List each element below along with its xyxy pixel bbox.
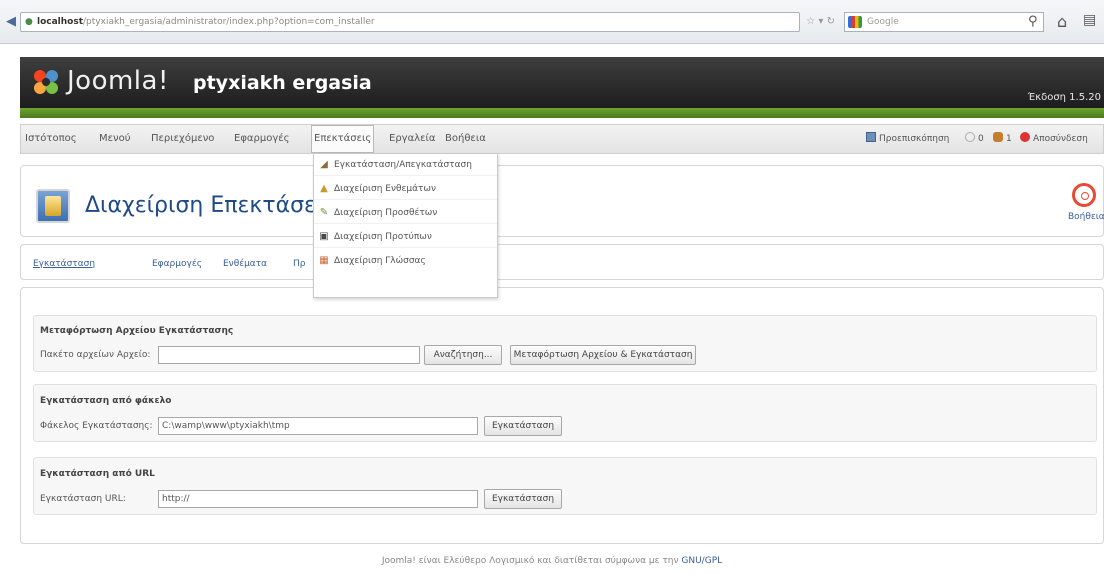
google-logo-icon [848,16,862,28]
footer: Joomla! είναι Ελεύθερο Λογισμικό και δια… [0,556,1104,566]
menu-item-menus[interactable]: Μενού [97,125,133,153]
menu-item-content[interactable]: Περιεχόμενο [149,125,216,153]
upload-install-button[interactable]: Μεταφόρτωση Αρχείου & Εγκατάσταση [510,345,696,365]
header-stripe [20,108,1104,118]
install-directory-title: Εγκατάσταση από φάκελο [40,396,172,406]
install-directory-button[interactable]: Εγκατάσταση [484,416,562,436]
search-placeholder: Google [867,17,899,27]
version-label: Έκδοση 1.5.20 [1027,92,1101,103]
package-file-label: Πακέτο αρχείων Αρχείο: [40,350,151,360]
help-lifebuoy-icon[interactable] [1072,183,1096,207]
dropdown-item-label: Διαχείριση Γλώσσας [334,256,426,266]
browse-button[interactable]: Αναζήτηση... [424,345,502,365]
extensions-manager-icon [36,189,70,223]
help-button-label[interactable]: Βοήθεια [1068,212,1104,222]
tab-modules[interactable]: Ενθέματα [223,259,267,269]
preview-label: Προεπισκόπηση [879,134,950,144]
site-name: ptyxiakh ergasia [193,72,372,94]
url-path: /ptyxiakh_ergasia/administrator/index.ph… [83,17,375,27]
dropdown-item-templates[interactable]: ▣ Διαχείριση Προτύπων [314,226,497,248]
messages-label: 0 [978,134,984,144]
package-file-input[interactable] [158,346,420,364]
home-icon[interactable]: ⌂ [1057,12,1067,31]
install-url-title: Εγκατάσταση από URL [40,469,155,479]
address-bar[interactable]: ● localhost/ptyxiakh_ergasia/administrato… [20,12,800,32]
messages-count[interactable]: 0 [965,125,984,153]
dropdown-item-install[interactable]: ◢ Εγκατάσταση/Απεγκατάσταση [314,154,497,176]
dropdown-item-modules[interactable]: ▲ Διαχείριση Ενθεμάτων [314,178,497,200]
install-url-input[interactable]: http:// [158,490,478,508]
users-icon [993,132,1003,142]
tab-plugins[interactable]: Πρ [293,259,305,269]
plugin-icon: ✎ [319,207,329,218]
search-icon[interactable]: ⚲ [1028,14,1038,29]
menu-item-tools[interactable]: Εργαλεία [387,125,437,153]
menu-item-help[interactable]: Βοήθεια [443,125,488,153]
footer-license-link[interactable]: GNU/GPL [681,556,722,566]
menu-item-components[interactable]: Εφαρμογές [232,125,292,153]
users-label: 1 [1006,134,1012,144]
dropdown-item-label: Διαχείριση Προτύπων [334,232,432,242]
dropdown-item-label: Διαχείριση Προσθέτων [334,208,438,218]
admin-header [20,57,1104,109]
template-icon: ▣ [319,231,329,242]
menu-item-site[interactable]: Ιστότοπος [23,125,79,153]
reload-star-icon[interactable]: ☆ ▾ ↻ [782,12,838,32]
browser-toolbar: ◀ ● localhost/ptyxiakh_ergasia/administra… [0,0,1104,44]
joomla-brand: Joomla! [67,66,169,96]
dropdown-item-label: Εγκατάσταση/Απεγκατάσταση [334,160,472,170]
upload-package-title: Μεταφόρτωση Αρχείου Εγκατάστασης [40,326,234,336]
preview-link[interactable]: Προεπισκόπηση [866,125,949,153]
menu-item-extensions[interactable]: Επεκτάσεις [311,125,375,153]
tab-install[interactable]: Εγκατάσταση [33,259,95,269]
users-count[interactable]: 1 [993,125,1012,153]
logout-label: Αποσύνδεση [1033,134,1088,144]
tab-components[interactable]: Εφαρμογές [152,259,202,269]
url-host: localhost [37,17,84,27]
language-icon: ▦ [319,255,329,266]
install-url-button[interactable]: Εγκατάσταση [484,489,562,509]
page-title: Διαχείριση Επεκτάσεων [85,193,347,218]
install-directory-input[interactable]: C:\wamp\www\ptyxiakh\tmp [158,417,478,435]
preview-icon [866,132,876,142]
back-arrow-icon[interactable]: ◀ [3,14,19,30]
dropdown-item-label: Διαχείριση Ενθεμάτων [334,184,436,194]
logout-link[interactable]: Αποσύνδεση [1020,125,1088,153]
install-directory-label: Φάκελος Εγκατάστασης: [40,421,153,431]
footer-text: Joomla! είναι Ελεύθερο Λογισμικό και δια… [381,556,679,566]
bookmarks-icon[interactable]: ▤ [1083,12,1096,28]
joomla-logo-icon [34,70,58,94]
install-icon: ◢ [320,159,328,170]
dropdown-item-plugins[interactable]: ✎ Διαχείριση Προσθέτων [314,202,497,224]
search-input[interactable]: Google [844,12,1044,32]
install-url-label: Εγκατάσταση URL: [40,494,126,504]
messages-icon [965,132,975,142]
logout-icon [1020,132,1030,142]
globe-icon: ● [25,17,33,27]
extensions-dropdown: ◢ Εγκατάσταση/Απεγκατάσταση ▲ Διαχείριση Ε… [313,153,498,298]
dropdown-item-languages[interactable]: ▦ Διαχείριση Γλώσσας [314,250,497,272]
module-icon: ▲ [320,183,328,194]
